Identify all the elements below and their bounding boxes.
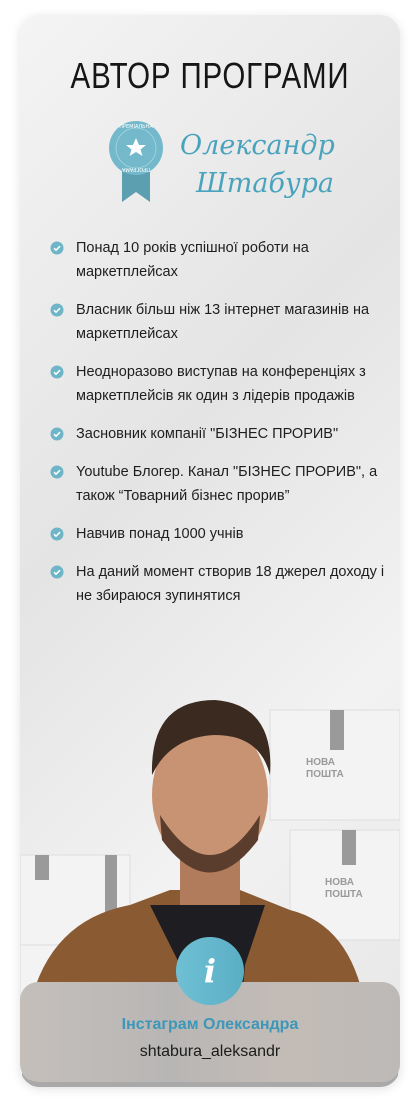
achievements-list: Понад 10 років успішної роботи на маркет… — [50, 236, 390, 622]
list-item: Youtube Блогер. Канал "БІЗНЕС ПРОРИВ", а… — [50, 460, 390, 508]
verified-check-icon — [50, 465, 64, 479]
verified-check-icon — [50, 303, 64, 317]
signature-first-name: Олександр — [180, 130, 335, 161]
list-item-text: Засновник компанії "БІЗНЕС ПРОРИВ" — [76, 426, 339, 442]
badge-bottom-text: ПРОГРАМА — [121, 166, 150, 172]
list-item: Власник більш ніж 13 інтернет магазинів … — [50, 298, 390, 346]
verified-check-icon — [50, 365, 64, 379]
verified-check-icon — [50, 527, 64, 541]
list-item-text: Понад 10 років успішної роботи на маркет… — [76, 240, 309, 280]
list-item: Засновник компанії "БІЗНЕС ПРОРИВ" — [50, 422, 390, 446]
svg-text:НОВА: НОВА — [306, 757, 335, 768]
svg-text:ПОШТА: ПОШТА — [325, 889, 363, 900]
verified-check-icon — [50, 565, 64, 579]
list-item: На даний момент створив 18 джерел доходу… — [50, 560, 390, 608]
instagram-username-link[interactable]: shtabura_aleksandr — [20, 1043, 400, 1061]
svg-text:ПОШТА: ПОШТА — [306, 769, 344, 780]
page-title: АВТОР ПРОГРАМИ — [70, 55, 350, 96]
svg-text:НОВА: НОВА — [325, 877, 354, 888]
verified-check-icon — [50, 241, 64, 255]
verified-check-icon — [50, 427, 64, 441]
author-card: АВТОР ПРОГРАМИ ПРЕМІАЛЬНА ПРОГРАМА Олекс… — [20, 15, 400, 1087]
info-icon: i — [176, 937, 244, 1005]
list-item: Навчив понад 1000 учнів — [50, 522, 390, 546]
author-signature: Олександр Штабура — [180, 127, 335, 203]
list-item-text: Youtube Блогер. Канал "БІЗНЕС ПРОРИВ", а… — [76, 464, 378, 504]
list-item: Понад 10 років успішної роботи на маркет… — [50, 236, 390, 284]
instagram-title: Інстаграм Олександра — [121, 1016, 299, 1033]
list-item: Неодноразово виступав на конференціях з … — [50, 360, 390, 408]
premium-badge-icon: ПРЕМІАЛЬНА ПРОГРАМА — [109, 121, 163, 202]
list-item-text: На даний момент створив 18 джерел доходу… — [76, 564, 385, 604]
badge-top-text: ПРЕМІАЛЬНА — [119, 124, 153, 130]
list-item-text: Навчив понад 1000 учнів — [76, 526, 244, 542]
list-item-text: Неодноразово виступав на конференціях з … — [76, 364, 366, 404]
list-item-text: Власник більш ніж 13 інтернет магазинів … — [76, 302, 370, 342]
signature-last-name: Штабура — [196, 168, 335, 199]
